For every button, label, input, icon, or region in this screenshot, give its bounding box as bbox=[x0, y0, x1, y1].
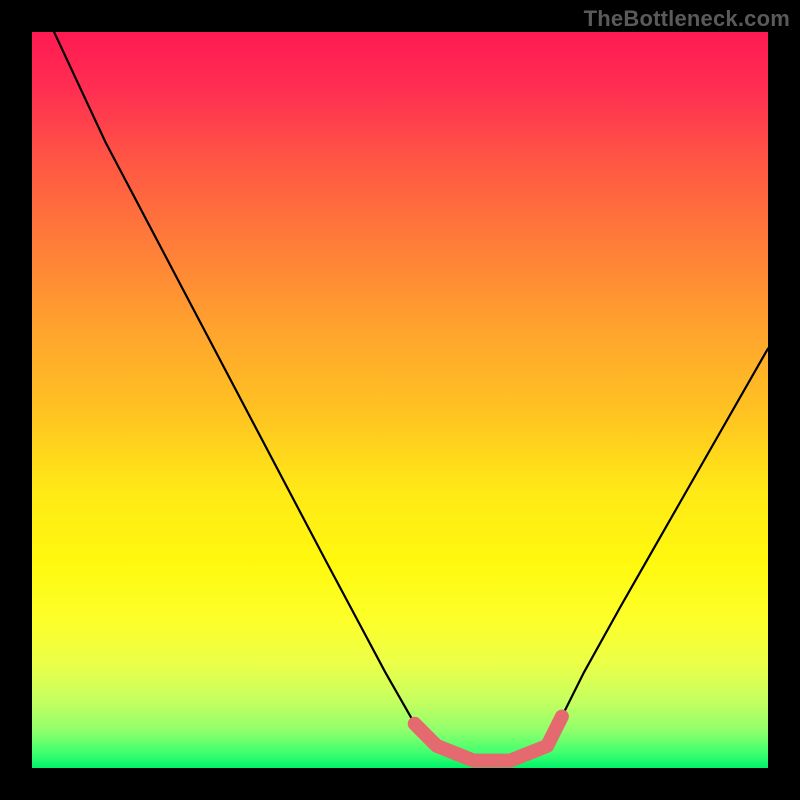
plot-area bbox=[32, 32, 768, 768]
watermark-text: TheBottleneck.com bbox=[584, 6, 790, 32]
bottleneck-curve bbox=[32, 32, 768, 768]
chart-frame: TheBottleneck.com bbox=[0, 0, 800, 800]
